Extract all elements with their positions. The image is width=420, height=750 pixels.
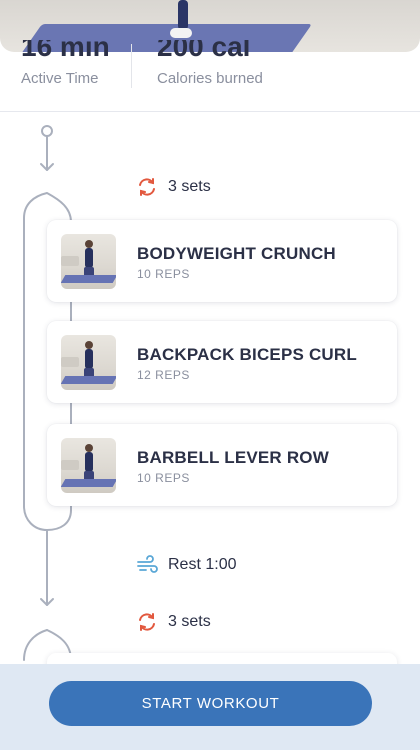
exercise-card[interactable]: BARBELL LEVER ROW 10 REPS (47, 424, 397, 506)
thumb-body (85, 248, 93, 268)
calories-value: 200 cal (157, 40, 251, 60)
hero-figure-shoe (170, 28, 192, 38)
thumb-sofa (61, 357, 79, 367)
thumb-body (85, 349, 93, 369)
start-workout-button[interactable]: START WORKOUT (49, 681, 372, 726)
calories-stat: 200 cal Calories burned (157, 40, 317, 100)
exercise-card[interactable]: BACKPACK BICEPS CURL 12 REPS (47, 321, 397, 403)
exercise-name: BACKPACK BICEPS CURL (137, 345, 357, 364)
circuit2-sets-text: 3 sets (168, 613, 211, 630)
hero-figure-leg (178, 0, 188, 30)
rest-label: Rest 1:00 (136, 554, 236, 576)
workout-overview-screen: 16 min Active Time 200 cal Calories burn… (0, 0, 420, 750)
exercise-thumbnail (61, 335, 116, 390)
thumb-sofa (61, 256, 79, 266)
exercise-name: BARBELL LEVER ROW (137, 448, 329, 467)
circuit2-sets-label: 3 sets (136, 611, 211, 633)
active-time-label: Active Time (21, 70, 99, 87)
active-time-stat: 16 min Active Time (21, 40, 121, 100)
thumb-head (85, 444, 93, 452)
calories-label: Calories burned (157, 70, 263, 87)
rest-text: Rest 1:00 (168, 556, 237, 573)
circuit1-sets-text: 3 sets (168, 178, 211, 195)
exercise-name: BODYWEIGHT CRUNCH (137, 244, 336, 263)
thumb-head (85, 341, 93, 349)
thumb-mat (61, 479, 116, 487)
exercise-card[interactable]: BODYWEIGHT CRUNCH 10 REPS (47, 220, 397, 302)
repeat-icon (139, 613, 155, 631)
thumb-body (85, 452, 93, 472)
thumb-head (85, 240, 93, 248)
exercise-reps: 10 REPS (137, 471, 190, 485)
circuit1-sets-label: 3 sets (136, 176, 211, 198)
exercise-reps: 12 REPS (137, 368, 190, 382)
stats-row: 16 min Active Time 200 cal Calories burn… (0, 40, 420, 112)
exercise-reps: 10 REPS (137, 267, 190, 281)
repeat-icon (139, 178, 155, 196)
stats-divider (131, 44, 132, 88)
thumb-mat (61, 376, 116, 384)
exercise-thumbnail (61, 438, 116, 493)
active-time-value: 16 min (21, 40, 110, 60)
wind-icon (137, 555, 158, 573)
thumb-mat (61, 275, 116, 283)
thumb-sofa (61, 460, 79, 470)
exercise-thumbnail (61, 234, 116, 289)
